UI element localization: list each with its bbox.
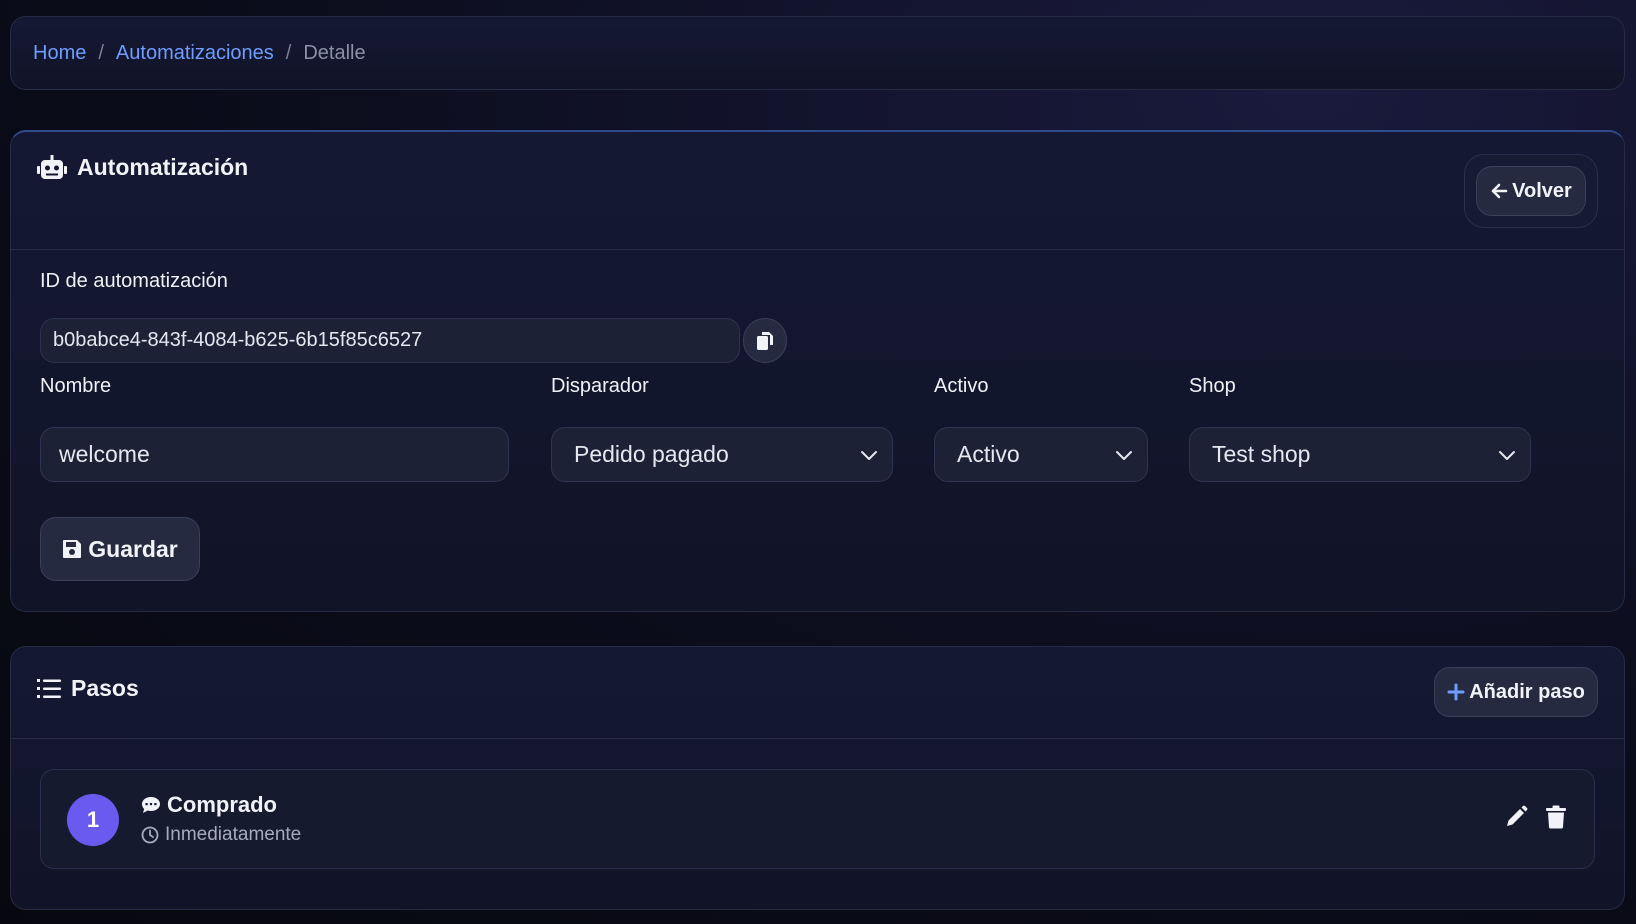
automation-title: Automatización <box>37 154 248 181</box>
save-button[interactable]: Guardar <box>40 517 200 581</box>
activo-label: Activo <box>934 375 989 397</box>
automation-card: Automatización Volver ID de automatizaci… <box>10 130 1625 612</box>
activo-select[interactable]: Activo <box>934 427 1148 482</box>
breadcrumb: Home / Automatizaciones / Detalle <box>10 16 1625 90</box>
automation-id-field[interactable]: b0babce4-843f-4084-b625-6b15f85c6527 <box>40 318 740 363</box>
save-button-label: Guardar <box>88 535 178 562</box>
step-number-badge: 1 <box>67 794 119 846</box>
disparador-select[interactable]: Pedido pagado <box>551 427 893 482</box>
step-timing-text: Inmediatamente <box>165 824 302 845</box>
steps-card: Pasos Añadir paso 1 Comprado Inmediatame… <box>10 646 1625 910</box>
breadcrumb-separator: / <box>98 41 104 64</box>
trash-icon <box>1546 805 1566 829</box>
delete-step-button[interactable] <box>1544 804 1568 830</box>
automation-card-header: Automatización Volver <box>11 132 1624 250</box>
shop-label: Shop <box>1189 375 1236 397</box>
plus-icon <box>1447 683 1465 701</box>
breadcrumb-separator: / <box>285 41 292 64</box>
step-title: Comprado <box>141 792 277 818</box>
add-step-button[interactable]: Añadir paso <box>1434 667 1598 717</box>
step-list-item[interactable]: 1 Comprado Inmediatamente <box>40 769 1595 869</box>
chevron-down-icon <box>1116 451 1132 460</box>
automation-title-text: Automatización <box>77 154 249 180</box>
arrow-left-icon <box>1491 183 1508 199</box>
nombre-label: Nombre <box>40 375 112 397</box>
step-timing: Inmediatamente <box>141 824 301 846</box>
automation-id-value: b0babce4-843f-4084-b625-6b15f85c6527 <box>53 329 423 351</box>
nombre-value: welcome <box>59 441 150 467</box>
add-step-button-label: Añadir paso <box>1469 680 1585 703</box>
step-actions <box>1504 804 1568 830</box>
chevron-down-icon <box>861 451 877 460</box>
back-button[interactable]: Volver <box>1476 166 1586 216</box>
copy-id-button[interactable] <box>743 318 787 363</box>
disparador-value: Pedido pagado <box>574 441 729 467</box>
steps-title: Pasos <box>37 675 139 702</box>
floppy-disk-icon <box>63 540 82 558</box>
back-button-container: Volver <box>1464 154 1598 228</box>
steps-title-text: Pasos <box>71 675 139 701</box>
shop-value: Test shop <box>1212 441 1311 467</box>
activo-value: Activo <box>957 441 1020 467</box>
sms-icon <box>142 797 160 813</box>
edit-step-button[interactable] <box>1504 804 1528 830</box>
disparador-label: Disparador <box>551 375 649 397</box>
copy-icon <box>757 331 773 350</box>
pencil-icon <box>1507 805 1528 826</box>
list-ol-icon <box>37 678 61 698</box>
breadcrumb-home-link[interactable]: Home <box>33 42 86 65</box>
back-button-label: Volver <box>1512 179 1572 202</box>
clock-icon <box>141 826 159 844</box>
breadcrumb-current: Detalle <box>303 41 366 64</box>
step-title-text: Comprado <box>167 792 277 817</box>
robot-icon <box>37 154 67 179</box>
breadcrumb-automatizaciones-link[interactable]: Automatizaciones <box>116 42 274 65</box>
automation-id-label: ID de automatización <box>40 270 228 292</box>
steps-card-header: Pasos Añadir paso <box>11 647 1624 739</box>
chevron-down-icon <box>1499 451 1515 460</box>
shop-select[interactable]: Test shop <box>1189 427 1531 482</box>
nombre-input[interactable]: welcome <box>40 427 509 482</box>
